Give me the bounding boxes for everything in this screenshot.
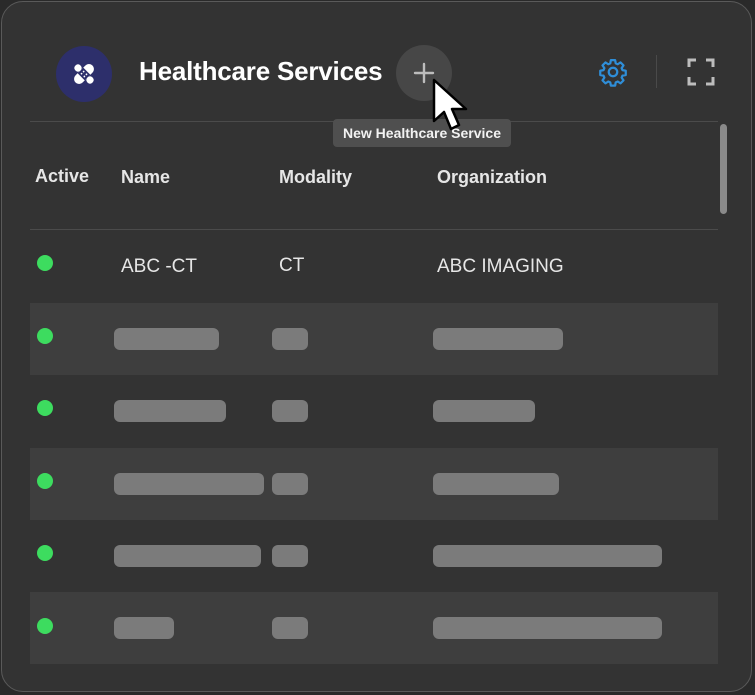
table-row[interactable] [30, 303, 718, 375]
cell-modality: CT [279, 255, 305, 276]
redacted-organization [433, 473, 559, 495]
redacted-organization [433, 545, 662, 567]
redacted-modality [272, 545, 308, 567]
healthcare-services-panel: Healthcare Services Active Name Modality… [1, 1, 752, 692]
table-row[interactable]: ABC -CT CT ABC IMAGING [30, 231, 718, 303]
redacted-organization [433, 617, 662, 639]
redacted-name [114, 400, 226, 422]
redacted-modality [272, 328, 308, 350]
redacted-modality [272, 473, 308, 495]
mouse-pointer-icon [432, 78, 468, 131]
redacted-name [114, 328, 219, 350]
active-status-dot [37, 255, 53, 271]
column-header-name[interactable]: Name [121, 167, 170, 188]
active-status-dot [37, 545, 53, 561]
table-row[interactable] [30, 520, 718, 592]
redacted-name [114, 617, 174, 639]
active-status-dot [37, 400, 53, 416]
column-header-modality[interactable]: Modality [279, 167, 352, 188]
table-header-divider [30, 229, 718, 230]
column-header-active[interactable]: Active [35, 166, 89, 187]
redacted-modality [272, 400, 308, 422]
header-divider [656, 55, 657, 88]
table-row[interactable] [30, 448, 718, 520]
table-row[interactable] [30, 375, 718, 447]
add-button-tooltip: New Healthcare Service [333, 119, 511, 147]
cell-name: ABC -CT [121, 256, 197, 277]
page-title: Healthcare Services [139, 56, 383, 86]
column-header-organization[interactable]: Organization [437, 167, 547, 188]
active-status-dot [37, 618, 53, 634]
redacted-organization [433, 328, 563, 350]
active-status-dot [37, 473, 53, 489]
redacted-modality [272, 617, 308, 639]
gear-icon[interactable] [598, 57, 628, 87]
table-row[interactable] [30, 592, 718, 664]
redacted-name [114, 473, 264, 495]
redacted-organization [433, 400, 535, 422]
cell-organization: ABC IMAGING [437, 256, 564, 277]
fullscreen-icon[interactable] [686, 57, 716, 87]
bandage-icon [56, 46, 112, 102]
scrollbar-thumb[interactable] [720, 124, 727, 214]
active-status-dot [37, 328, 53, 344]
redacted-name [114, 545, 261, 567]
